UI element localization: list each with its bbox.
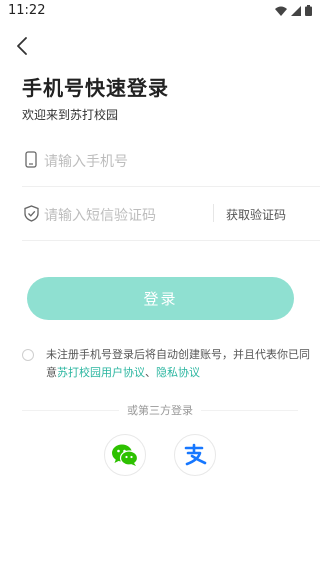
login-button[interactable]: 登录	[27, 277, 294, 320]
code-field[interactable]: 请输入短信验证码 获取验证码	[22, 189, 320, 241]
wechat-login-button[interactable]	[104, 434, 146, 476]
status-icons	[275, 5, 312, 16]
code-input[interactable]: 请输入短信验证码	[44, 205, 156, 225]
phone-input[interactable]: 请输入手机号	[44, 151, 128, 171]
battery-icon	[305, 5, 312, 16]
signal-icon	[291, 5, 301, 16]
third-party-title-text: 或第三方登录	[119, 404, 201, 417]
user-agreement-link[interactable]: 苏打校园用户协议	[57, 366, 145, 379]
status-time: 11:22	[8, 3, 46, 18]
agreement-separator: 、	[145, 366, 156, 379]
alipay-icon	[184, 443, 207, 466]
status-bar: 11:22	[0, 0, 320, 24]
third-party-title: 或第三方登录	[0, 402, 320, 418]
privacy-link[interactable]: 隐私协议	[156, 366, 200, 379]
back-button[interactable]	[12, 34, 32, 58]
phone-field[interactable]: 请输入手机号	[22, 135, 320, 187]
agree-checkbox[interactable]	[22, 349, 34, 361]
get-code-button[interactable]: 获取验证码	[226, 206, 286, 223]
shield-check-icon	[22, 204, 40, 222]
wechat-icon	[112, 444, 139, 466]
back-arrow-icon	[17, 37, 27, 55]
code-divider	[213, 204, 214, 222]
page-subtitle: 欢迎来到苏打校园	[22, 108, 119, 122]
wifi-icon	[275, 6, 287, 16]
page-title: 手机号快速登录	[22, 76, 169, 100]
alipay-login-button[interactable]	[174, 434, 216, 476]
agreement-text: 未注册手机号登录后将自动创建账号，并且代表你已同意苏打校园用户协议、隐私协议	[46, 346, 316, 382]
phone-icon	[22, 150, 40, 168]
